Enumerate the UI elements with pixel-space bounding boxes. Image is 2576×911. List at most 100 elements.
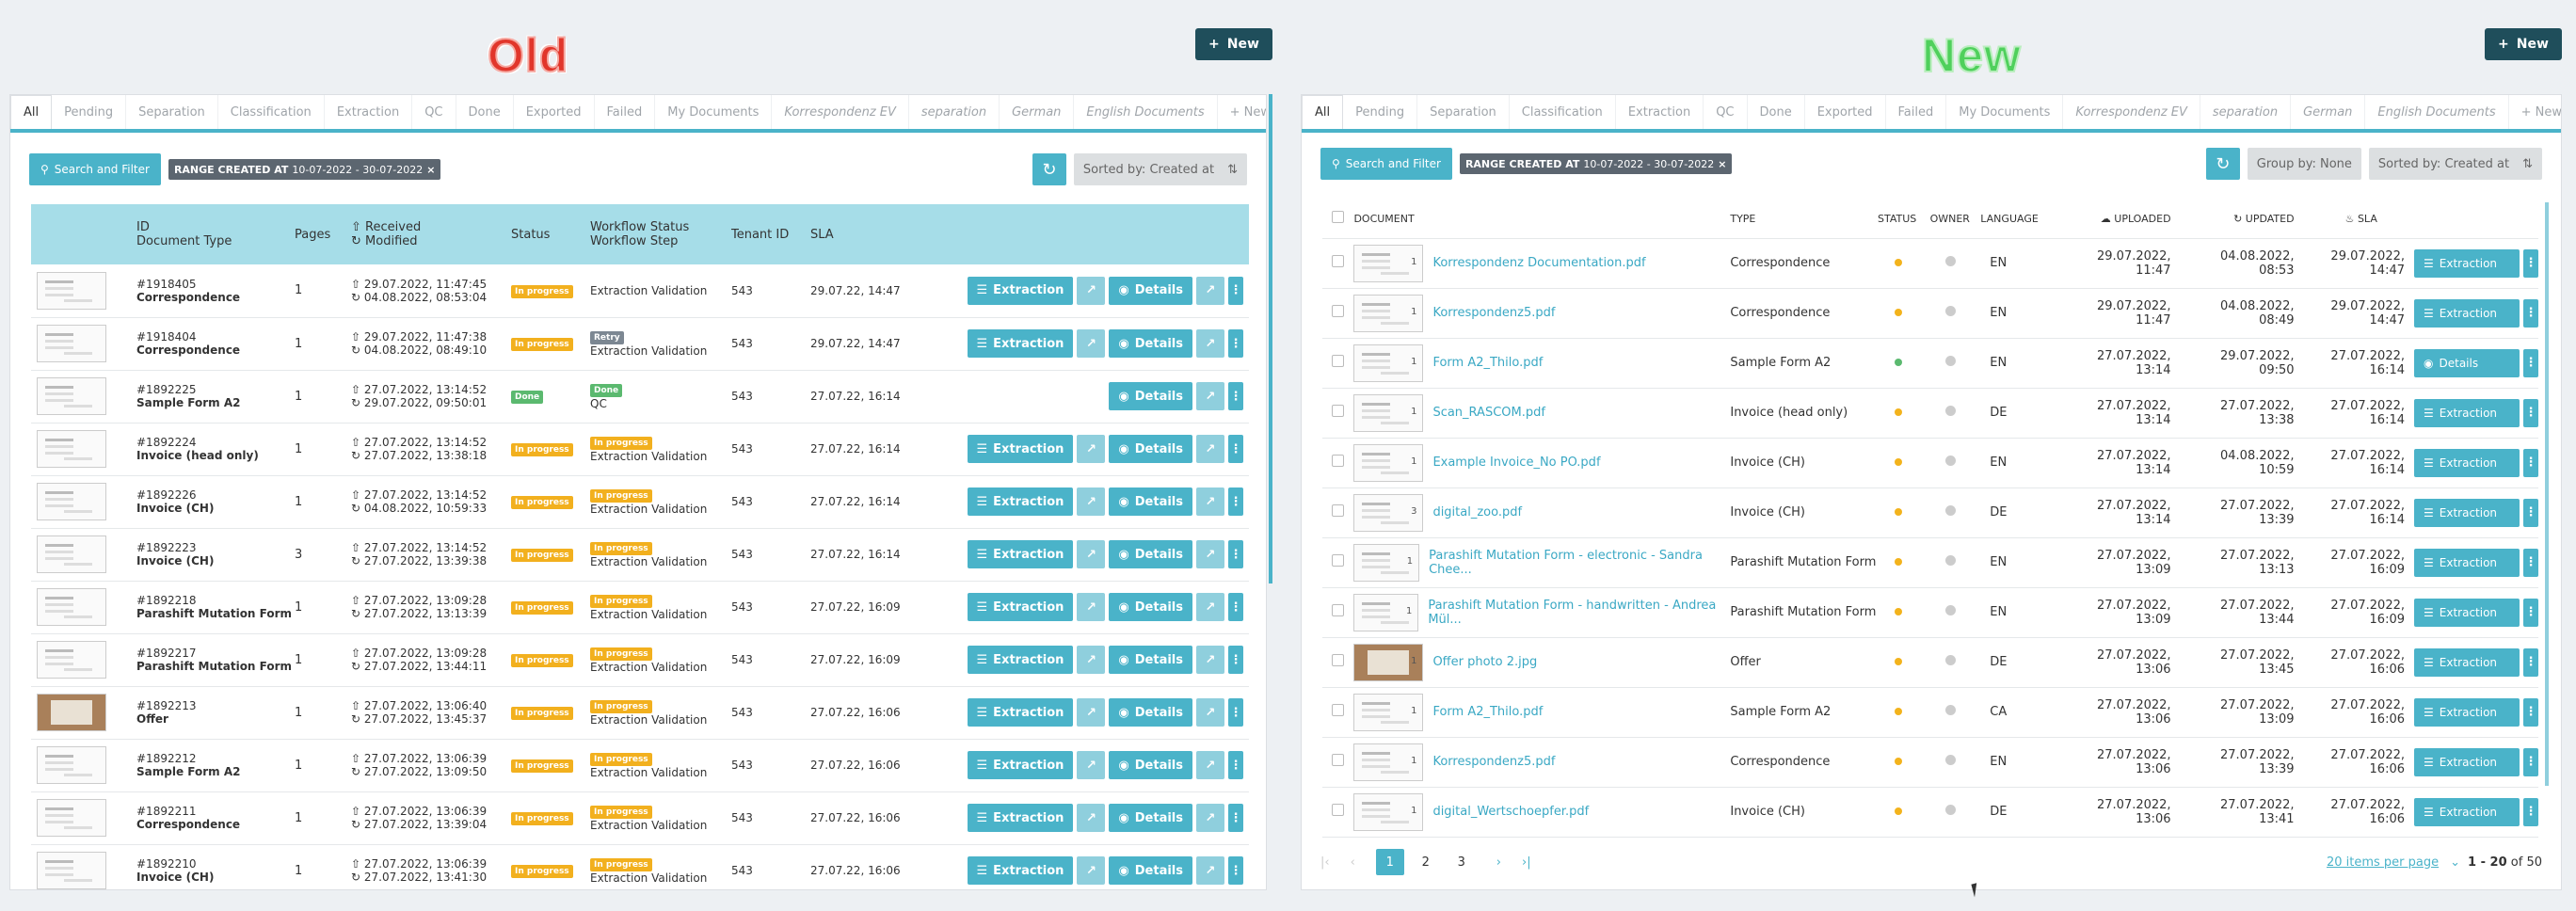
more-icon[interactable]: ⋮ [1228,382,1243,410]
row-checkbox[interactable] [1332,405,1345,417]
tab-14[interactable]: + New [2509,95,2561,129]
document-link[interactable]: Scan_RASCOM.pdf [1432,406,1545,420]
tab-3[interactable]: Classification [218,95,325,129]
details-button[interactable]: ◉ Details [1109,804,1192,832]
more-icon[interactable]: ⋮ [2523,548,2538,577]
open-external-icon[interactable]: ↗ [1077,751,1106,779]
extraction-button[interactable]: ☰ Extraction [967,856,1074,885]
extraction-button[interactable]: ☰ Extraction [2414,747,2520,776]
tab-0[interactable]: All [10,95,53,129]
more-icon[interactable]: ⋮ [1228,435,1243,463]
details-button[interactable]: ◉ Details [1109,646,1192,674]
next-page-icon[interactable]: › [1496,855,1501,870]
tab-10[interactable]: Korrespondenz EV [2063,95,2200,129]
document-thumbnail[interactable] [37,746,106,784]
more-icon[interactable]: ⋮ [2523,248,2538,278]
new-button-old[interactable]: + New [1195,28,1272,60]
last-page-icon[interactable]: ›| [1522,855,1531,870]
table-row[interactable]: 1 Example Invoice_No PO.pdf Invoice (CH) … [1322,438,2538,488]
owner-avatar[interactable] [1944,256,1956,266]
details-button[interactable]: ◉ Details [1109,329,1192,358]
document-link[interactable]: digital_zoo.pdf [1432,505,1522,519]
tab-9[interactable]: My Documents [655,95,773,129]
document-thumbnail[interactable]: 1 [1353,792,1424,831]
extraction-button[interactable]: ☰ Extraction [2414,298,2520,328]
search-filter-button[interactable]: ⚲ Search and Filter [29,153,161,185]
old-scrollbar[interactable] [1269,94,1272,583]
range-chip[interactable]: RANGE CREATED AT 10-07-2022 - 30-07-2022 × [168,159,441,180]
document-link[interactable]: Korrespondenz Documentation.pdf [1432,256,1645,270]
tab-10[interactable]: Korrespondenz EV [772,95,909,129]
details-button[interactable]: ◉ Details [1109,593,1192,621]
document-link[interactable]: Form A2_Thilo.pdf [1432,705,1543,719]
document-link[interactable]: Parashift Mutation Form - handwritten - … [1428,599,1730,627]
owner-avatar[interactable] [1944,605,1956,615]
extraction-button[interactable]: ☰ Extraction [967,646,1074,674]
tab-9[interactable]: My Documents [1946,95,2064,129]
table-row[interactable]: 1 Scan_RASCOM.pdf Invoice (head only) DE … [1322,388,2538,439]
extraction-button[interactable]: ☰ Extraction [967,487,1074,516]
tab-2[interactable]: Separation [1417,95,1510,129]
page-2[interactable]: 2 [1412,849,1440,875]
document-link[interactable]: Korrespondenz5.pdf [1432,306,1555,320]
table-row[interactable]: #1892226 Invoice (CH) 1 ⇧ 27.07.2022, 13:… [31,475,1249,529]
owner-avatar[interactable] [1944,356,1956,366]
document-thumbnail[interactable] [37,694,106,731]
owner-avatar[interactable] [1944,555,1956,566]
more-icon[interactable]: ⋮ [1228,804,1243,832]
owner-avatar[interactable] [1944,755,1956,765]
row-checkbox[interactable] [1332,554,1345,567]
table-row[interactable]: #1892223 Invoice (CH) 3 ⇧ 27.07.2022, 13:… [31,528,1249,582]
document-thumbnail[interactable] [37,430,106,468]
tab-7[interactable]: Exported [514,95,595,129]
group-button[interactable]: Group by: None [2247,148,2361,180]
document-thumbnail[interactable] [37,325,106,362]
tab-12[interactable]: German [1000,95,1075,129]
open-external-icon[interactable]: ↗ [1196,646,1224,674]
document-thumbnail[interactable] [37,799,106,837]
items-per-page[interactable]: 20 items per page [2327,855,2439,870]
details-button[interactable]: ◉ Details [1109,382,1192,410]
open-external-icon[interactable]: ↗ [1196,751,1224,779]
tab-6[interactable]: Done [456,95,514,129]
table-row[interactable]: #1892210 Invoice (CH) 1 ⇧ 27.07.2022, 13:… [31,844,1249,889]
search-filter-button[interactable]: ⚲ Search and Filter [1320,148,1452,180]
more-icon[interactable]: ⋮ [2523,598,2538,627]
table-row[interactable]: 1 Offer photo 2.jpg Offer DE 27.07.2022, … [1322,637,2538,688]
more-icon[interactable]: ⋮ [1228,698,1243,727]
page-1[interactable]: 1 [1375,849,1404,875]
extraction-button[interactable]: ☰ Extraction [967,540,1074,568]
new-button-new[interactable]: + New [2485,28,2562,60]
extraction-button[interactable]: ☰ Extraction [2414,697,2520,727]
document-thumbnail[interactable] [37,535,106,573]
extraction-button[interactable]: ☰ Extraction [2414,548,2520,577]
document-thumbnail[interactable]: 1 [1353,244,1424,282]
more-icon[interactable]: ⋮ [2523,298,2538,328]
extraction-button[interactable]: ☰ Extraction [2414,647,2520,677]
extraction-button[interactable]: ☰ Extraction [2414,448,2520,477]
document-thumbnail[interactable]: 1 [1353,543,1420,582]
open-external-icon[interactable]: ↗ [1196,329,1224,358]
more-icon[interactable]: ⋮ [2523,348,2538,377]
open-external-icon[interactable]: ↗ [1077,540,1106,568]
open-external-icon[interactable]: ↗ [1077,856,1106,885]
table-row[interactable]: 1 Korrespondenz5.pdf Correspondence EN 29… [1322,288,2538,339]
document-link[interactable]: Korrespondenz5.pdf [1432,755,1555,769]
table-row[interactable]: 1 digital_Wertschoepfer.pdf Invoice (CH) … [1322,787,2538,838]
table-row[interactable]: #1892213 Offer 1 ⇧ 27.07.2022, 13:06:40 ↻ … [31,686,1249,740]
tab-8[interactable]: Failed [595,95,656,129]
tab-11[interactable]: separation [2200,95,2292,129]
document-thumbnail[interactable]: 1 [1353,743,1424,781]
sort-button[interactable]: Sorted by: Created at ⇅ [2368,148,2542,180]
prev-page-icon[interactable]: ‹ [1351,855,1355,870]
extraction-button[interactable]: ☰ Extraction [967,751,1074,779]
open-external-icon[interactable]: ↗ [1077,698,1106,727]
details-button[interactable]: ◉ Details [1109,540,1192,568]
more-icon[interactable]: ⋮ [1228,540,1243,568]
open-external-icon[interactable]: ↗ [1196,593,1224,621]
table-row[interactable]: 1 Korrespondenz Documentation.pdf Corresp… [1322,238,2538,289]
tab-6[interactable]: Done [1748,95,1805,129]
tab-7[interactable]: Exported [1805,95,1886,129]
more-icon[interactable]: ⋮ [1228,751,1243,779]
open-external-icon[interactable]: ↗ [1196,435,1224,463]
